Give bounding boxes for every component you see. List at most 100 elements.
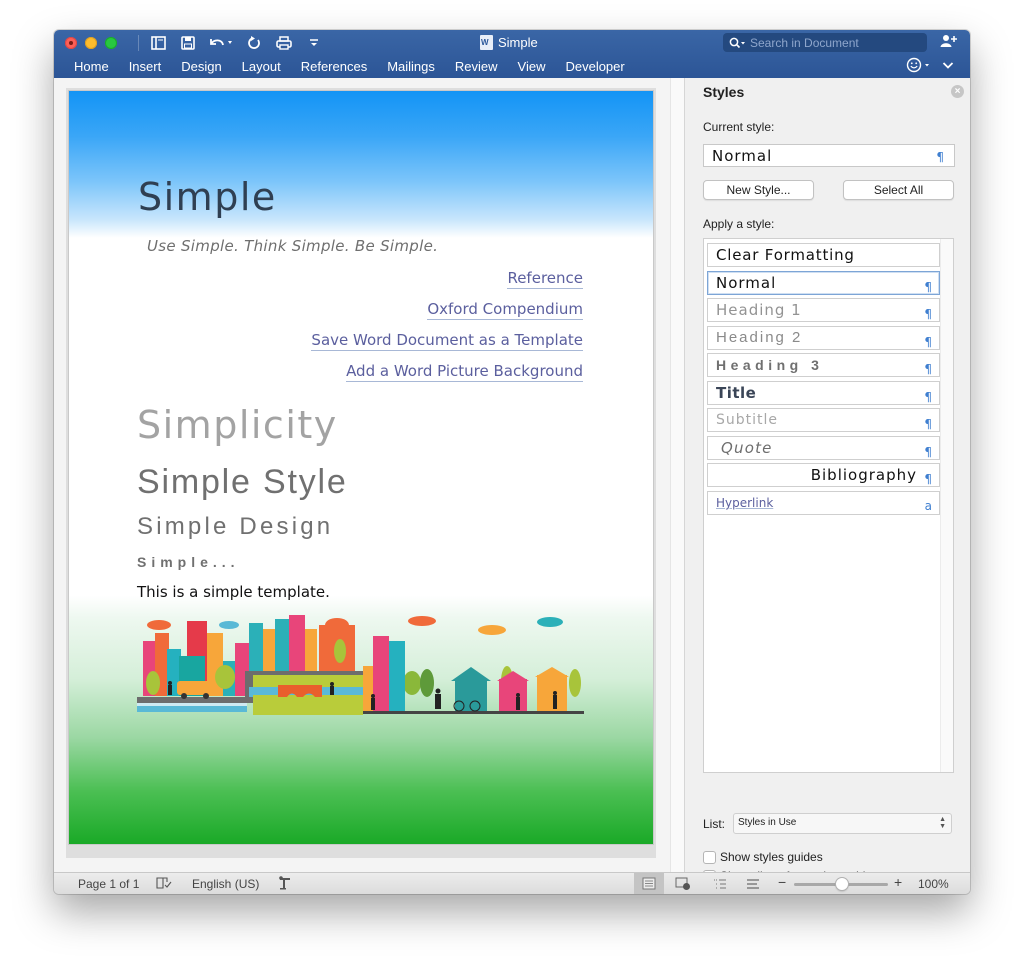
ground-line xyxy=(363,711,584,714)
maximize-window-button[interactable] xyxy=(105,37,117,49)
paragraph-mark-icon: ¶ xyxy=(924,280,932,294)
paragraph-mark-icon: ¶ xyxy=(924,362,932,376)
share-button[interactable] xyxy=(940,34,958,53)
word-window: Simple Home Insert Design Layout Referen… xyxy=(54,30,970,894)
doc-heading-2[interactable]: Simple Style xyxy=(137,463,348,502)
doc-heading-4[interactable]: Simple... xyxy=(137,554,240,570)
new-style-button[interactable]: New Style... xyxy=(703,180,814,200)
list-label: List: xyxy=(703,816,726,831)
print-icon[interactable] xyxy=(271,34,297,52)
draft-icon xyxy=(747,878,759,889)
doc-heading-3[interactable]: Simple Design xyxy=(137,513,333,541)
style-item-clear-formatting[interactable]: Clear Formatting xyxy=(707,243,940,267)
city-illustration[interactable] xyxy=(137,611,584,715)
search-box[interactable] xyxy=(723,33,927,52)
tab-references[interactable]: References xyxy=(301,56,367,78)
ribbon-tabs: Home Insert Design Layout References Mai… xyxy=(54,56,625,78)
track-changes-icon[interactable] xyxy=(278,876,292,891)
style-item-subtitle[interactable]: Subtitle ¶ xyxy=(707,408,940,432)
document-canvas: Simple Use Simple. Think Simple. Be Simp… xyxy=(54,78,684,872)
current-style-label: Current style: xyxy=(703,120,775,134)
style-item-title[interactable]: Title ¶ xyxy=(707,381,940,405)
paragraph-mark-icon: ¶ xyxy=(924,335,932,349)
customize-toolbar-icon[interactable] xyxy=(301,34,327,52)
doc-heading-1[interactable]: Simplicity xyxy=(137,403,338,447)
style-item-heading-3[interactable]: Heading 3 ¶ xyxy=(707,353,940,377)
search-icon xyxy=(729,37,745,48)
close-window-button[interactable] xyxy=(65,37,77,49)
outline-icon xyxy=(714,879,726,888)
style-list-scrollbar[interactable] xyxy=(940,239,953,772)
document-title-text: Simple xyxy=(498,35,538,50)
collapse-ribbon-chevron-icon[interactable] xyxy=(942,60,954,70)
proofing-book-icon[interactable] xyxy=(156,876,172,890)
close-pane-icon[interactable]: × xyxy=(951,85,964,98)
character-style-icon: a xyxy=(924,499,932,513)
link-save-as-template[interactable]: Save Word Document as a Template xyxy=(311,331,583,351)
select-all-button[interactable]: Select All xyxy=(843,180,954,200)
tab-mailings[interactable]: Mailings xyxy=(387,56,435,78)
minimize-window-button[interactable] xyxy=(85,37,97,49)
style-item-hyperlink[interactable]: Hyperlink a xyxy=(707,491,940,515)
language-indicator[interactable]: English (US) xyxy=(192,877,259,891)
undo-icon[interactable] xyxy=(205,34,237,52)
toolbar-divider xyxy=(138,35,139,51)
tab-insert[interactable]: Insert xyxy=(129,56,162,78)
draft-view-button[interactable] xyxy=(738,873,768,894)
print-layout-view-button[interactable] xyxy=(634,873,664,894)
link-add-picture-background[interactable]: Add a Word Picture Background xyxy=(346,362,583,382)
ribbon-right-controls xyxy=(906,57,954,73)
document-page[interactable]: Simple Use Simple. Think Simple. Be Simp… xyxy=(69,91,653,844)
web-layout-icon xyxy=(675,877,690,890)
show-styles-guides-label: Show styles guides xyxy=(720,850,823,864)
tab-layout[interactable]: Layout xyxy=(242,56,281,78)
style-item-bibliography[interactable]: Bibliography ¶ xyxy=(707,463,940,487)
tab-developer[interactable]: Developer xyxy=(565,56,624,78)
doc-body-text[interactable]: This is a simple template. xyxy=(137,583,330,601)
paragraph-mark-icon: ¶ xyxy=(924,307,932,321)
current-style-field: Normal ¶ xyxy=(703,144,955,167)
style-item-label: Bibliography xyxy=(810,466,917,484)
doc-subtitle-text[interactable]: Use Simple. Think Simple. Be Simple. xyxy=(147,237,438,255)
current-style-value: Normal xyxy=(712,147,773,165)
zoom-slider-handle[interactable] xyxy=(836,878,848,890)
style-item-heading-1[interactable]: Heading 1 ¶ xyxy=(707,298,940,322)
status-bar: Page 1 of 1 English (US) − + 100% xyxy=(54,872,970,894)
tab-design[interactable]: Design xyxy=(181,56,221,78)
link-oxford-compendium[interactable]: Oxford Compendium xyxy=(427,300,583,320)
tab-home[interactable]: Home xyxy=(74,56,109,78)
outline-view-button[interactable] xyxy=(705,873,735,894)
tab-view[interactable]: View xyxy=(518,56,546,78)
style-item-quote[interactable]: Quote ¶ xyxy=(707,436,940,460)
styles-pane: Styles × Current style: Normal ¶ New Sty… xyxy=(684,78,970,883)
doc-title-text[interactable]: Simple xyxy=(138,175,277,219)
apply-style-label: Apply a style: xyxy=(703,217,775,231)
sidebar-toggle-icon[interactable] xyxy=(145,34,171,52)
zoom-slider[interactable] xyxy=(794,878,888,890)
style-item-heading-2[interactable]: Heading 2 ¶ xyxy=(707,326,940,350)
zoom-in-button[interactable]: + xyxy=(894,874,902,890)
feedback-smiley-icon[interactable] xyxy=(906,57,932,73)
tab-review[interactable]: Review xyxy=(455,56,498,78)
list-filter-row: List: Styles in Use ▲ ▼ xyxy=(703,813,953,834)
save-icon[interactable] xyxy=(175,34,201,52)
search-input[interactable] xyxy=(750,35,920,50)
title-bar: Simple Home Insert Design Layout Referen… xyxy=(54,30,970,78)
document-title: Simple xyxy=(480,35,538,50)
zoom-level[interactable]: 100% xyxy=(918,877,949,891)
document-scrollbar[interactable] xyxy=(670,78,684,872)
bus-icon xyxy=(177,681,213,695)
list-filter-select[interactable]: Styles in Use ▲ ▼ xyxy=(733,813,953,834)
page-count[interactable]: Page 1 of 1 xyxy=(78,877,139,891)
style-item-label: Quote xyxy=(721,439,773,457)
style-item-normal[interactable]: Normal ¶ xyxy=(707,271,940,295)
redo-icon[interactable] xyxy=(241,34,267,52)
style-item-label: Hyperlink xyxy=(716,496,774,510)
web-layout-view-button[interactable] xyxy=(668,873,698,894)
paragraph-mark-icon: ¶ xyxy=(924,390,932,404)
style-item-label: Heading 2 xyxy=(716,329,803,346)
show-styles-guides-checkbox[interactable] xyxy=(703,850,716,864)
show-styles-guides-option[interactable]: Show styles guides xyxy=(703,850,823,864)
zoom-out-button[interactable]: − xyxy=(778,874,786,890)
link-reference[interactable]: Reference xyxy=(507,269,583,289)
